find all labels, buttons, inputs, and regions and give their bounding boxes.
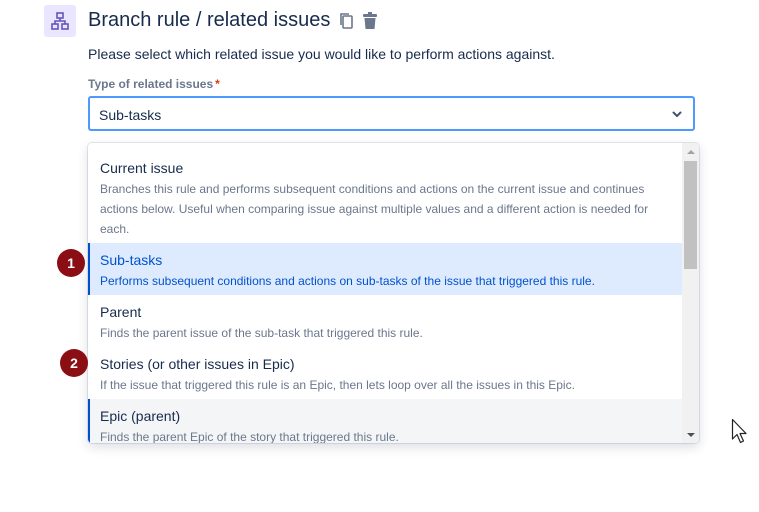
field-label: Type of related issues * — [88, 77, 220, 91]
options-menu: Current issue Branches this rule and per… — [88, 143, 699, 443]
option-epic-parent[interactable]: Epic (parent) Finds the parent Epic of t… — [88, 399, 682, 443]
copy-icon[interactable] — [337, 11, 355, 31]
branch-icon — [44, 5, 76, 37]
annotation-badge-1: 1 — [57, 249, 85, 277]
page-title: Branch rule / related issues — [88, 9, 331, 31]
option-title: Current issue — [100, 160, 184, 176]
scroll-down-arrow-icon[interactable] — [682, 426, 699, 443]
scroll-up-arrow-icon[interactable] — [682, 143, 699, 160]
option-stories[interactable]: Stories (or other issues in Epic) If the… — [88, 347, 682, 399]
option-title: Parent — [100, 304, 142, 320]
option-description: Finds the parent issue of the sub-task t… — [100, 326, 423, 340]
scrollbar[interactable] — [682, 143, 699, 443]
scrollbar-thumb[interactable] — [684, 161, 697, 269]
option-title: Sub-tasks — [100, 252, 163, 268]
mouse-cursor-icon — [731, 418, 747, 444]
option-title: Stories (or other issues in Epic) — [100, 356, 295, 372]
option-description: Finds the parent Epic of the story that … — [100, 430, 399, 443]
option-description: If the issue that triggered this rule is… — [100, 378, 575, 392]
related-issues-select[interactable]: Sub-tasks — [88, 96, 695, 131]
option-title: Epic (parent) — [100, 408, 181, 424]
field-label-text: Type of related issues — [88, 77, 214, 91]
option-description: Performs subsequent conditions and actio… — [100, 274, 595, 288]
annotation-badge-2: 2 — [60, 349, 88, 377]
instruction-text: Please select which related issue you wo… — [88, 46, 555, 62]
chevron-down-icon — [672, 111, 682, 117]
option-sub-tasks[interactable]: Sub-tasks Performs subsequent conditions… — [88, 243, 682, 295]
trash-icon[interactable] — [361, 11, 379, 31]
option-description: Branches this rule and performs subseque… — [100, 182, 649, 236]
option-current-issue[interactable]: Current issue Branches this rule and per… — [88, 143, 682, 243]
required-marker: * — [215, 77, 220, 91]
select-value: Sub-tasks — [99, 107, 162, 123]
option-parent[interactable]: Parent Finds the parent issue of the sub… — [88, 295, 682, 347]
